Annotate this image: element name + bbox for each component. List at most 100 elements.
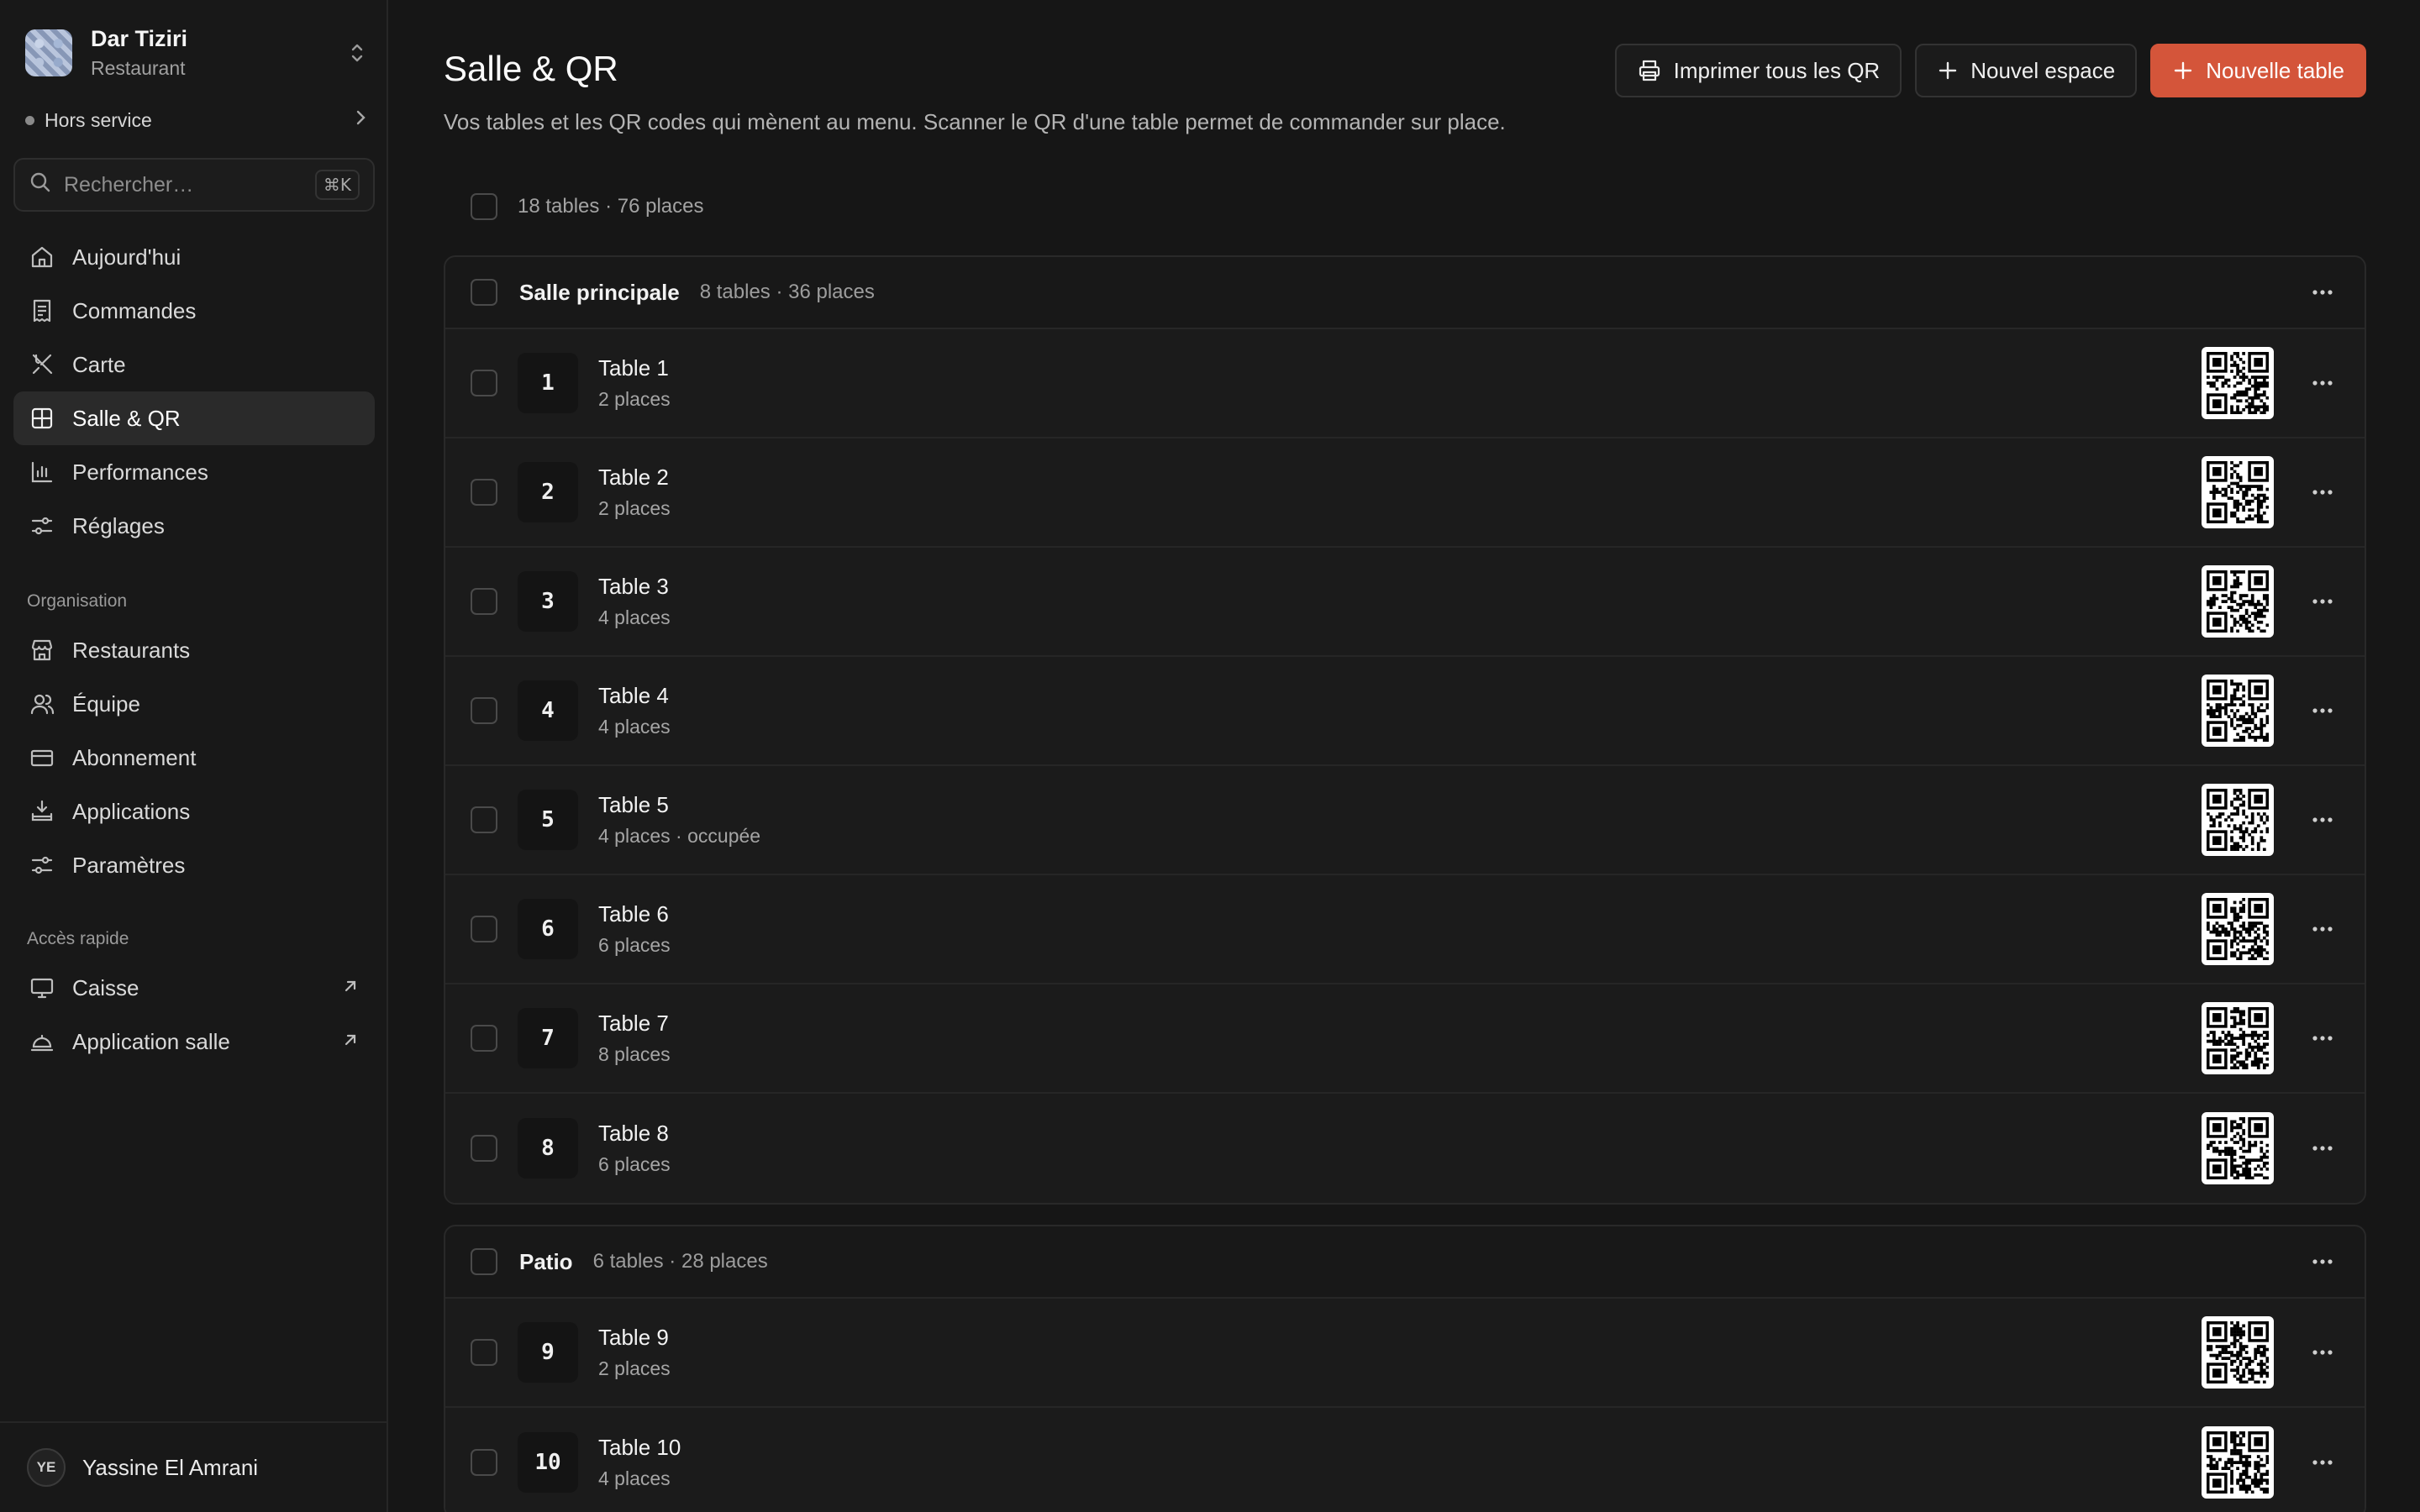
- qr-code-icon[interactable]: [2202, 1002, 2274, 1074]
- group-checkbox[interactable]: [471, 1248, 497, 1275]
- table-row[interactable]: 8 Table 8 6 places: [445, 1094, 2365, 1203]
- more-horizontal-icon[interactable]: [2306, 475, 2339, 509]
- table-checkbox[interactable]: [471, 697, 497, 724]
- section-label-organisation: Organisation: [27, 591, 128, 611]
- new-space-label: Nouvel espace: [1970, 57, 2116, 83]
- nav-label: Restaurants: [72, 637, 191, 663]
- qr-code-icon[interactable]: [2202, 1112, 2274, 1184]
- table-checkbox[interactable]: [471, 806, 497, 833]
- group-name: Salle principale: [519, 279, 680, 305]
- table-checkbox[interactable]: [471, 588, 497, 615]
- table-checkbox[interactable]: [471, 1449, 497, 1476]
- nav-item-team[interactable]: Équipe: [13, 677, 375, 731]
- section-label-quick-access: Accès rapide: [27, 929, 129, 948]
- nav-item-pos[interactable]: Caisse: [13, 961, 375, 1015]
- chevron-up-down-icon[interactable]: [345, 36, 370, 70]
- qr-code-icon[interactable]: [2202, 675, 2274, 747]
- table-row[interactable]: 7 Table 7 8 places: [445, 984, 2365, 1094]
- nav-item-performance[interactable]: Performances: [13, 445, 375, 499]
- qr-code-icon[interactable]: [2202, 1316, 2274, 1389]
- nav-item-menu[interactable]: Carte: [13, 338, 375, 391]
- qr-code-icon[interactable]: [2202, 893, 2274, 965]
- table-row[interactable]: 10 Table 10 4 places: [445, 1408, 2365, 1512]
- table-checkbox[interactable]: [471, 916, 497, 942]
- plus-icon: [2172, 60, 2194, 81]
- qr-code-icon[interactable]: [2202, 347, 2274, 419]
- avatar: YE: [27, 1448, 66, 1487]
- table-name: Table 5: [598, 792, 669, 817]
- nav-label: Application salle: [72, 1028, 230, 1054]
- space-group: Patio 6 tables · 28 places 9 Table 9 2 p…: [444, 1225, 2366, 1512]
- table-name: Table 8: [598, 1121, 669, 1146]
- external-link-icon: [341, 975, 360, 1001]
- printer-icon: [1637, 58, 1662, 83]
- select-all-checkbox[interactable]: [471, 193, 497, 220]
- monitor-icon: [29, 974, 55, 1001]
- table-capacity: 4 places · occupée: [598, 825, 761, 847]
- table-number: 9: [518, 1322, 578, 1383]
- more-horizontal-icon[interactable]: [2306, 1336, 2339, 1369]
- nav-item-applications[interactable]: Applications: [13, 785, 375, 838]
- table-name: Table 3: [598, 574, 669, 599]
- nav-label: Aujourd'hui: [72, 244, 182, 270]
- nav-label: Paramètres: [72, 852, 186, 878]
- nav-item-parameters[interactable]: Paramètres: [13, 838, 375, 892]
- table-row[interactable]: 9 Table 9 2 places: [445, 1299, 2365, 1408]
- table-checkbox[interactable]: [471, 1339, 497, 1366]
- group-header: Patio 6 tables · 28 places: [445, 1226, 2365, 1299]
- table-row[interactable]: 6 Table 6 6 places: [445, 875, 2365, 984]
- qr-code-icon[interactable]: [2202, 784, 2274, 856]
- print-all-qr-button[interactable]: Imprimer tous les QR: [1614, 44, 1902, 97]
- table-checkbox[interactable]: [471, 479, 497, 506]
- search-box[interactable]: Rechercher… ⌘K: [13, 158, 375, 212]
- table-row[interactable]: 2 Table 2 2 places: [445, 438, 2365, 548]
- nav-item-subscription[interactable]: Abonnement: [13, 731, 375, 785]
- nav-item-today[interactable]: Aujourd'hui: [13, 230, 375, 284]
- new-table-label: Nouvelle table: [2206, 57, 2344, 83]
- search-input[interactable]: Rechercher…: [64, 173, 315, 197]
- table-checkbox[interactable]: [471, 370, 497, 396]
- nav-item-orders[interactable]: Commandes: [13, 284, 375, 338]
- group-meta: 8 tables · 36 places: [699, 281, 875, 303]
- table-row[interactable]: 4 Table 4 4 places: [445, 657, 2365, 766]
- table-row[interactable]: 1 Table 1 2 places: [445, 329, 2365, 438]
- nav-item-floor-qr[interactable]: Salle & QR: [13, 391, 375, 445]
- receipt-icon: [29, 297, 55, 324]
- qr-code-icon[interactable]: [2202, 456, 2274, 528]
- user-menu[interactable]: YE Yassine El Amrani: [0, 1421, 387, 1512]
- nav-item-settings[interactable]: Réglages: [13, 499, 375, 553]
- table-checkbox[interactable]: [471, 1135, 497, 1162]
- group-checkbox[interactable]: [471, 279, 497, 306]
- more-horizontal-icon[interactable]: [2306, 1446, 2339, 1479]
- table-row[interactable]: 5 Table 5 4 places · occupée: [445, 766, 2365, 875]
- table-capacity: 4 places: [598, 1467, 671, 1489]
- new-table-button[interactable]: Nouvelle table: [2150, 44, 2366, 97]
- table-name: Table 4: [598, 683, 669, 708]
- more-horizontal-icon[interactable]: [2306, 276, 2339, 309]
- table-checkbox[interactable]: [471, 1025, 497, 1052]
- table-number: 5: [518, 790, 578, 850]
- table-capacity: 2 places: [598, 1357, 671, 1379]
- more-horizontal-icon[interactable]: [2306, 1131, 2339, 1165]
- nav-label: Commandes: [72, 297, 197, 323]
- new-space-button[interactable]: Nouvel espace: [1915, 44, 2138, 97]
- more-horizontal-icon[interactable]: [2306, 803, 2339, 837]
- workspace-switcher[interactable]: Dar Tiziri Restaurant: [25, 25, 370, 81]
- table-name: Table 2: [598, 465, 669, 490]
- table-row[interactable]: 3 Table 3 4 places: [445, 548, 2365, 657]
- search-icon: [29, 171, 52, 200]
- more-horizontal-icon[interactable]: [2306, 1021, 2339, 1055]
- more-horizontal-icon[interactable]: [2306, 366, 2339, 400]
- more-horizontal-icon[interactable]: [2306, 912, 2339, 946]
- qr-code-icon[interactable]: [2202, 565, 2274, 638]
- more-horizontal-icon[interactable]: [2306, 585, 2339, 618]
- nav-item-floor-app[interactable]: Application salle: [13, 1015, 375, 1068]
- service-status[interactable]: Hors service: [25, 104, 370, 136]
- more-horizontal-icon[interactable]: [2306, 694, 2339, 727]
- more-horizontal-icon[interactable]: [2306, 1245, 2339, 1278]
- nav-item-restaurants[interactable]: Restaurants: [13, 623, 375, 677]
- qr-code-icon[interactable]: [2202, 1426, 2274, 1499]
- status-dot: [25, 115, 34, 125]
- table-capacity: 2 places: [598, 497, 671, 519]
- table-name: Table 7: [598, 1011, 669, 1036]
